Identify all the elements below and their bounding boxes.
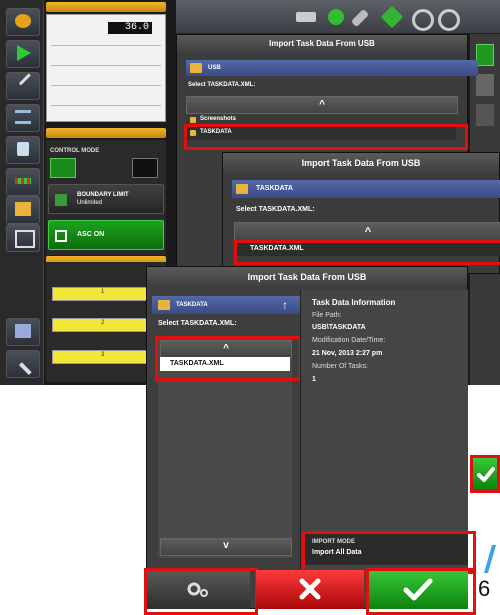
gps-diamond-icon[interactable] — [380, 5, 404, 29]
asc-label: ASC ON — [77, 231, 105, 238]
list-button[interactable] — [6, 104, 40, 132]
list-icon — [15, 110, 31, 124]
top-toolbar — [176, 0, 500, 34]
wrench-icon — [18, 350, 44, 376]
section-icon — [15, 178, 31, 184]
list-item-label: Screenshots — [200, 116, 237, 122]
dialog-title: Import Task Data From USB — [223, 153, 499, 173]
calculator-button[interactable] — [6, 136, 40, 164]
checkmark-icon — [477, 467, 495, 482]
window-button[interactable] — [6, 224, 40, 252]
section-bar-value: 3 — [101, 352, 105, 358]
settings-button[interactable] — [6, 318, 40, 346]
close-x-icon — [299, 578, 321, 600]
home-icon — [15, 14, 31, 28]
select-label: Select TASKDATA.XML: — [158, 320, 237, 327]
section-bar-value: 1 — [101, 289, 105, 295]
control-mode-label: CONTROL MODE — [50, 148, 100, 154]
info-heading: Task Data Information — [312, 298, 396, 307]
path-bar-taskdata: TASKDATA — [232, 180, 500, 198]
dialog-title: Import Task Data From USB — [177, 35, 467, 53]
select-label: Select TASKDATA.XML: — [188, 82, 256, 88]
sd-card-icon[interactable] — [476, 44, 494, 66]
highlight-box — [234, 240, 500, 265]
path-label: USB — [208, 65, 221, 71]
boundary-icon — [55, 194, 67, 206]
highlight-box — [184, 124, 468, 150]
gauge-divider — [51, 45, 161, 46]
asc-icon — [55, 230, 67, 242]
folder-icon — [158, 300, 170, 310]
folder-icon — [190, 63, 202, 73]
modified-label: Modification Date/Time: — [312, 337, 386, 344]
chevron-up-icon: ^ — [364, 226, 372, 238]
boundary-limit-button[interactable]: BOUNDARY LIMIT Unlimited — [48, 184, 164, 214]
highlight-box — [144, 568, 258, 615]
play-arrow-icon — [17, 45, 31, 61]
path-bar-usb: USB — [186, 60, 478, 76]
path-label: TASKDATA — [176, 302, 208, 308]
zoom-out-icon[interactable] — [438, 9, 460, 31]
file-path-value: USB\TASKDATA — [312, 324, 366, 331]
asc-toggle-button[interactable]: ASC ON — [48, 220, 164, 250]
gauge-divider — [51, 105, 161, 106]
scroll-up-button[interactable]: ^ — [234, 222, 500, 242]
num-tasks-label: Number Of Tasks: — [312, 363, 368, 370]
cancel-button[interactable] — [256, 570, 364, 609]
status-led-icon[interactable] — [328, 9, 344, 25]
keyboard-icon[interactable] — [296, 12, 316, 22]
tools-icon — [18, 73, 43, 97]
wrench-button[interactable] — [6, 350, 44, 378]
zoom-in-icon[interactable] — [412, 9, 434, 31]
select-label: Select TASKDATA.XML: — [236, 206, 315, 213]
calculator-icon — [17, 142, 29, 156]
scroll-up-button[interactable]: ^ — [186, 96, 458, 114]
home-button[interactable] — [6, 8, 40, 36]
pencil-icon[interactable] — [350, 8, 370, 28]
guidance-button[interactable] — [6, 40, 40, 68]
highlight-box — [366, 568, 476, 615]
usb-icon[interactable] — [476, 74, 494, 96]
section-button[interactable] — [6, 168, 40, 196]
control-panel-header — [46, 128, 166, 138]
num-tasks-value: 1 — [312, 376, 316, 383]
window-icon — [15, 230, 35, 248]
blue-accent-mark — [482, 545, 496, 573]
settings-icon — [15, 324, 31, 338]
scroll-down-button[interactable]: v — [160, 538, 292, 556]
back-arrow-icon[interactable]: ↑ — [278, 297, 292, 313]
chevron-up-icon: ^ — [319, 99, 325, 110]
highlight-box — [155, 336, 302, 381]
section-bar-value: 2 — [101, 320, 105, 326]
modified-value: 21 Nov, 2013 2:27 pm — [312, 350, 383, 357]
dialog-title: Import Task Data From USB — [147, 267, 467, 287]
gauge-divider — [51, 65, 161, 66]
boundary-value: Unlimited — [77, 200, 103, 206]
side-confirm-button[interactable] — [470, 455, 500, 493]
folder-icon — [15, 202, 31, 216]
file-path-label: File Path: — [312, 312, 342, 319]
gauge-display: 36.0 — [108, 22, 152, 34]
folder-icon — [236, 184, 248, 194]
left-rail — [0, 0, 44, 385]
gauge-divider — [51, 85, 161, 86]
boundary-label: BOUNDARY LIMIT — [77, 192, 129, 198]
control-mode-button[interactable] — [50, 158, 76, 178]
folder-icon — [190, 117, 196, 123]
folder-button[interactable] — [6, 196, 40, 224]
file-icon[interactable] — [476, 104, 494, 126]
chevron-down-icon: v — [223, 540, 229, 551]
control-mode-value[interactable] — [132, 158, 158, 178]
path-label: TASKDATA — [256, 185, 293, 192]
tools-button[interactable] — [6, 72, 43, 100]
path-bar-front: TASKDATA — [152, 296, 320, 314]
gauges-panel-header — [46, 2, 166, 12]
step-number: 6 — [478, 576, 491, 601]
